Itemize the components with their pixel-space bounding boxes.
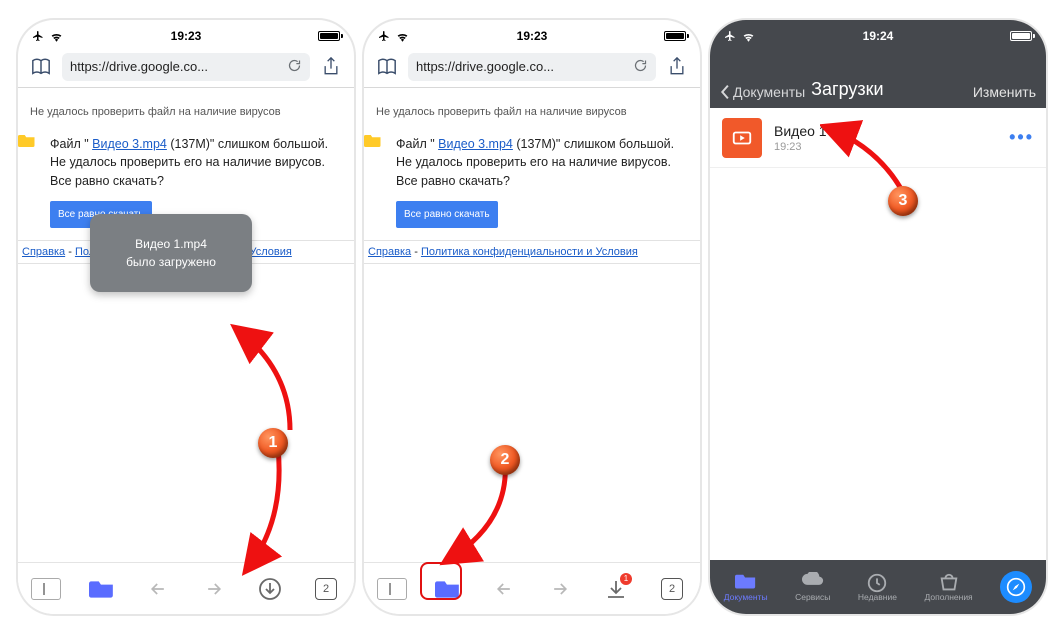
- url-text: https://drive.google.co...: [70, 59, 208, 74]
- tab-services[interactable]: Сервисы: [795, 572, 830, 602]
- back-button[interactable]: Документы: [720, 84, 805, 100]
- status-time: 19:24: [863, 29, 894, 43]
- folder-icon: [18, 132, 36, 153]
- phone-screenshot-2: 19:23 https://drive.google.co... Не удал…: [364, 20, 700, 614]
- download-count-badge: 1: [620, 573, 632, 585]
- sidebar-toggle-icon[interactable]: [31, 578, 61, 600]
- warning-body: Файл " Видео 3.mp4 (137M)" слишком больш…: [376, 135, 688, 228]
- tabs-icon[interactable]: 2: [311, 574, 341, 604]
- airplane-mode-icon: [32, 30, 44, 42]
- tabs-icon[interactable]: 2: [657, 574, 687, 604]
- step-badge-3: 3: [888, 186, 918, 216]
- reader-icon[interactable]: [374, 54, 400, 80]
- share-icon[interactable]: [664, 54, 690, 80]
- phone-screenshot-3: 19:24 Документы Загрузки Изменить Видео …: [710, 20, 1046, 614]
- policy-link[interactable]: Политика конфиденциальности и Условия: [421, 246, 638, 258]
- page-content: Не удалось проверить файл на наличие вир…: [18, 88, 354, 518]
- folder-icon: [364, 132, 382, 153]
- virus-warning-header: Не удалось проверить файл на наличие вир…: [376, 104, 688, 121]
- battery-icon: [664, 31, 686, 41]
- step-badge-1: 1: [258, 428, 288, 458]
- download-complete-toast: Видео 1.mp4 было загружено: [90, 214, 252, 292]
- wifi-icon: [742, 31, 755, 41]
- back-icon[interactable]: [143, 574, 173, 604]
- back-icon[interactable]: [489, 574, 519, 604]
- wifi-icon: [50, 31, 63, 41]
- share-icon[interactable]: [318, 54, 344, 80]
- forward-icon[interactable]: [545, 574, 575, 604]
- forward-icon[interactable]: [199, 574, 229, 604]
- help-link[interactable]: Справка: [22, 246, 65, 258]
- video-file-icon: [722, 118, 762, 158]
- tab-recent[interactable]: Недавние: [858, 572, 897, 602]
- sidebar-toggle-icon[interactable]: [377, 578, 407, 600]
- step-badge-2: 2: [490, 445, 520, 475]
- browser-bottom-bar: 2: [18, 562, 354, 614]
- tab-addons[interactable]: Дополнения: [925, 572, 973, 602]
- file-name: Видео 1: [774, 123, 827, 139]
- file-link[interactable]: Видео 3.mp4: [438, 137, 513, 151]
- highlight-box: [420, 562, 462, 600]
- tab-documents[interactable]: Документы: [724, 572, 768, 602]
- reload-icon[interactable]: [287, 58, 302, 76]
- downloads-icon[interactable]: 1: [601, 574, 631, 604]
- more-icon[interactable]: •••: [1009, 127, 1034, 148]
- battery-icon: [318, 31, 340, 41]
- app-tabbar: Документы Сервисы Недавние Дополнения: [710, 560, 1046, 614]
- browser-navbar: https://drive.google.co...: [364, 46, 700, 88]
- folder-icon[interactable]: [87, 574, 117, 604]
- file-link[interactable]: Видео 3.mp4: [92, 137, 167, 151]
- tab-browser[interactable]: [1000, 571, 1032, 603]
- page-content: Не удалось проверить файл на наличие вир…: [364, 88, 700, 518]
- airplane-mode-icon: [378, 30, 390, 42]
- url-text: https://drive.google.co...: [416, 59, 554, 74]
- phone-screenshot-1: 19:23 https://drive.google.co... Не удал…: [18, 20, 354, 614]
- screen-title: Загрузки: [811, 79, 883, 100]
- virus-warning-header: Не удалось проверить файл на наличие вир…: [30, 104, 342, 121]
- browser-bottom-bar: 1 2: [364, 562, 700, 614]
- airplane-mode-icon: [724, 30, 736, 42]
- file-time: 19:23: [774, 141, 827, 153]
- status-time: 19:23: [171, 29, 202, 43]
- status-time: 19:23: [517, 29, 548, 43]
- wifi-icon: [396, 31, 409, 41]
- browser-navbar: https://drive.google.co...: [18, 46, 354, 88]
- url-bar[interactable]: https://drive.google.co...: [62, 53, 310, 81]
- toast-message: было загружено: [126, 253, 216, 271]
- help-link[interactable]: Справка: [368, 246, 411, 258]
- url-bar[interactable]: https://drive.google.co...: [408, 53, 656, 81]
- download-anyway-button[interactable]: Все равно скачать: [396, 201, 498, 228]
- app-navbar: Документы Загрузки Изменить: [710, 46, 1046, 108]
- file-list: Видео 1 19:23 •••: [710, 108, 1046, 560]
- footer-links: Справка - Политика конфиденциальности и …: [364, 240, 700, 264]
- status-bar: 19:23: [18, 20, 354, 46]
- battery-icon: [1010, 31, 1032, 41]
- reload-icon[interactable]: [633, 58, 648, 76]
- edit-button[interactable]: Изменить: [973, 84, 1036, 100]
- status-bar: 19:23: [364, 20, 700, 46]
- status-bar: 19:24: [710, 20, 1046, 46]
- file-row[interactable]: Видео 1 19:23 •••: [710, 108, 1046, 168]
- back-label: Документы: [733, 84, 805, 100]
- downloads-icon[interactable]: [255, 574, 285, 604]
- toast-filename: Видео 1.mp4: [135, 235, 207, 253]
- reader-icon[interactable]: [28, 54, 54, 80]
